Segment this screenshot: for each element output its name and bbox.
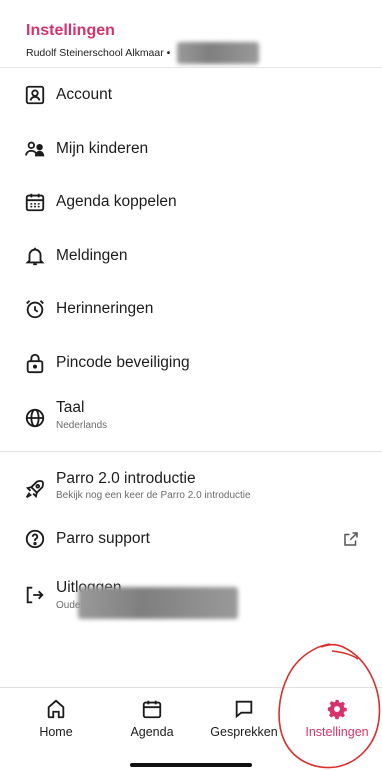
menu-label-herinneringen: Herinneringen xyxy=(56,300,154,317)
calendar-icon xyxy=(142,700,162,719)
bottom-nav: Home Agenda Gesprekken Instellingen xyxy=(0,687,382,771)
menu-item-agenda[interactable]: Agenda koppelen xyxy=(0,187,382,217)
user-card-icon xyxy=(25,85,45,105)
lock-icon xyxy=(26,353,44,374)
redacted-name xyxy=(177,42,260,64)
tab-agenda[interactable]: Agenda xyxy=(122,688,182,739)
page-title: Instellingen xyxy=(26,22,115,39)
menu-label-agenda: Agenda koppelen xyxy=(56,193,177,210)
menu-label-account: Account xyxy=(56,86,113,103)
tab-label-agenda: Agenda xyxy=(130,725,174,739)
bell-icon xyxy=(25,247,45,266)
section-divider xyxy=(0,451,382,452)
gear-icon xyxy=(327,699,347,720)
menu-label-taal: Taal xyxy=(56,399,85,416)
tab-instellingen[interactable]: Instellingen xyxy=(298,688,376,739)
menu-item-herinneringen[interactable]: Herinneringen xyxy=(0,294,382,324)
menu-sublabel-taal: Nederlands xyxy=(56,420,108,431)
home-icon xyxy=(47,699,65,719)
menu-label-pincode: Pincode beveiliging xyxy=(56,354,190,371)
users-icon xyxy=(24,141,45,157)
home-indicator xyxy=(130,763,252,767)
menu-label-meldingen: Meldingen xyxy=(56,247,128,264)
menu-item-taal[interactable]: Taal Nederlands xyxy=(0,396,382,436)
tab-home[interactable]: Home xyxy=(34,688,78,739)
menu-item-meldingen[interactable]: Meldingen xyxy=(0,241,382,271)
menu-item-account[interactable]: Account xyxy=(0,80,382,110)
tab-label-home: Home xyxy=(39,725,73,739)
external-link-icon xyxy=(344,532,358,546)
menu-label-parro-intro: Parro 2.0 introductie xyxy=(56,470,196,487)
page-header: Instellingen Rudolf Steinerschool Alkmaa… xyxy=(0,0,382,68)
calendar-icon xyxy=(25,193,45,212)
rocket-icon xyxy=(25,480,44,499)
menu-item-parro-intro[interactable]: Parro 2.0 introductie Bekijk nog een kee… xyxy=(0,469,382,509)
menu-item-pincode[interactable]: Pincode beveiliging xyxy=(0,348,382,378)
chat-icon xyxy=(235,700,253,719)
school-subtitle: Rudolf Steinerschool Alkmaar • xyxy=(26,42,382,64)
school-name: Rudolf Steinerschool Alkmaar • xyxy=(26,46,171,59)
tab-gesprekken[interactable]: Gesprekken xyxy=(206,688,282,739)
menu-item-support[interactable]: Parro support xyxy=(0,524,382,554)
tab-label-instellingen: Instellingen xyxy=(305,725,369,739)
menu-sublabel-parro-intro: Bekijk nog een keer de Parro 2.0 introdu… xyxy=(56,490,251,501)
menu-label-kinderen: Mijn kinderen xyxy=(56,140,149,157)
menu-label-support: Parro support xyxy=(56,530,150,547)
help-circle-icon xyxy=(25,529,45,549)
globe-icon xyxy=(25,408,45,428)
redacted-account xyxy=(78,587,238,619)
tab-label-gesprekken: Gesprekken xyxy=(210,725,278,739)
menu-item-kinderen[interactable]: Mijn kinderen xyxy=(0,134,382,164)
alarm-clock-icon xyxy=(26,300,44,319)
menu-item-uitloggen[interactable]: Uitloggen Ouder xyxy=(0,575,382,625)
logout-icon xyxy=(26,586,44,604)
